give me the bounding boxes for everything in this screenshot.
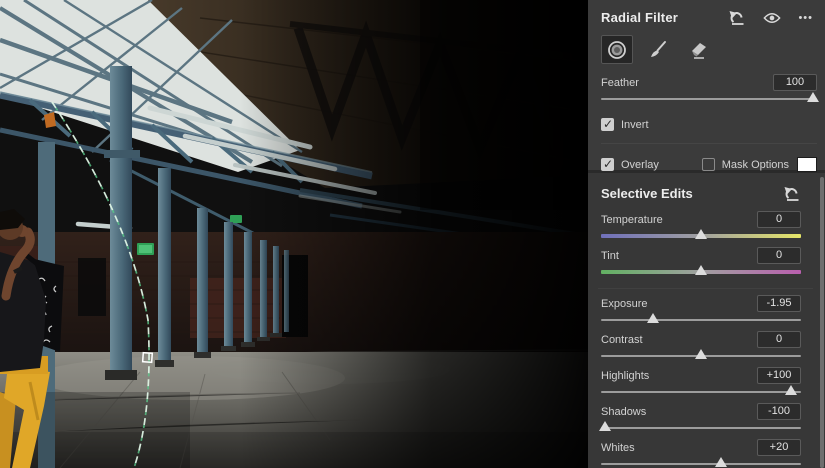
selective-edits-title: Selective Edits <box>601 186 693 201</box>
whites-slider[interactable] <box>601 457 801 468</box>
slider-row-exposure: Exposure -1.95 <box>601 295 801 325</box>
contrast-slider[interactable] <box>601 349 801 361</box>
feather-slider[interactable] <box>601 92 819 104</box>
slider-handle[interactable] <box>599 421 611 431</box>
slider-label: Highlights <box>601 369 650 382</box>
warehouse-photo <box>0 0 593 468</box>
radial-filter-panel: Radial Filter ••• Feather 100 ✓ Invert ✓… <box>588 0 825 468</box>
slider-row-tint: Tint 0 <box>601 247 801 277</box>
slider-value[interactable]: 0 <box>757 331 801 348</box>
feather-value[interactable]: 100 <box>773 74 817 91</box>
slider-label: Temperature <box>601 213 663 226</box>
mask-color-swatch[interactable] <box>797 157 817 172</box>
shadow-topright <box>420 0 588 210</box>
reset-icon[interactable] <box>783 186 801 201</box>
more-options-icon[interactable]: ••• <box>798 12 813 23</box>
feather-label: Feather <box>601 76 639 89</box>
eye-icon[interactable] <box>763 12 782 24</box>
radial-filter-section: Radial Filter ••• Feather 100 ✓ Invert ✓… <box>588 0 825 173</box>
temperature-slider[interactable] <box>601 229 801 241</box>
slider-handle[interactable] <box>695 229 707 239</box>
shadows-slider[interactable] <box>599 421 801 433</box>
brush-tool[interactable] <box>642 35 674 64</box>
tool-row <box>601 35 817 64</box>
mask-options-checkbox[interactable] <box>701 158 715 171</box>
radial-gradient-tool[interactable] <box>601 35 633 64</box>
exposure-slider[interactable] <box>601 313 801 325</box>
overlay-row: Overlay Mask Options <box>601 157 817 172</box>
slider-handle[interactable] <box>715 457 727 467</box>
mask-options-label: Mask Options <box>721 158 789 171</box>
invert-checkbox[interactable] <box>601 117 614 131</box>
photo-canvas[interactable] <box>0 0 593 468</box>
slider-row-whites: Whites +20 <box>601 439 801 468</box>
slider-value[interactable]: -100 <box>757 403 801 420</box>
slider-label: Whites <box>601 441 635 454</box>
dark-doorway <box>78 258 106 316</box>
overlay-label: Overlay <box>621 158 659 171</box>
slider-row-temperature: Temperature 0 <box>601 211 801 241</box>
invert-row: Invert <box>601 117 817 131</box>
slider-handle[interactable] <box>647 313 659 323</box>
slider-value[interactable]: +20 <box>757 439 801 456</box>
highlights-slider[interactable] <box>601 385 801 397</box>
slider-handle[interactable] <box>695 349 707 359</box>
tint-slider[interactable] <box>601 265 801 277</box>
divider <box>598 283 813 295</box>
slider-value[interactable]: +100 <box>757 367 801 384</box>
overlay-checkbox[interactable] <box>601 157 614 171</box>
slider-label: Exposure <box>601 297 648 310</box>
slider-row-highlights: Highlights +100 <box>601 367 801 397</box>
panel-scrollbar[interactable] <box>820 177 824 468</box>
slider-label: Shadows <box>601 405 647 418</box>
slider-handle[interactable] <box>785 385 797 395</box>
app-window: Radial Filter ••• Feather 100 ✓ Invert ✓… <box>0 0 825 468</box>
divider <box>601 143 817 144</box>
slider-handle[interactable] <box>695 265 707 275</box>
feather-row: Feather 100 <box>601 74 817 91</box>
feather-slider-handle[interactable] <box>806 92 819 102</box>
slider-row-contrast: Contrast 0 <box>601 331 801 361</box>
slider-value[interactable]: 0 <box>757 211 801 228</box>
slider-row-shadows: Shadows -100 <box>599 403 801 433</box>
slider-label: Contrast <box>601 333 643 346</box>
invert-label: Invert <box>621 118 649 131</box>
eraser-tool[interactable] <box>683 35 715 64</box>
slider-value[interactable]: 0 <box>757 247 801 264</box>
reset-icon[interactable] <box>728 10 746 25</box>
selective-edits-section: Selective Edits Temperature 0 Tint 0 Exp… <box>588 186 825 468</box>
slider-value[interactable]: -1.95 <box>757 295 801 312</box>
panel-title: Radial Filter <box>601 10 679 25</box>
slider-label: Tint <box>601 249 619 262</box>
